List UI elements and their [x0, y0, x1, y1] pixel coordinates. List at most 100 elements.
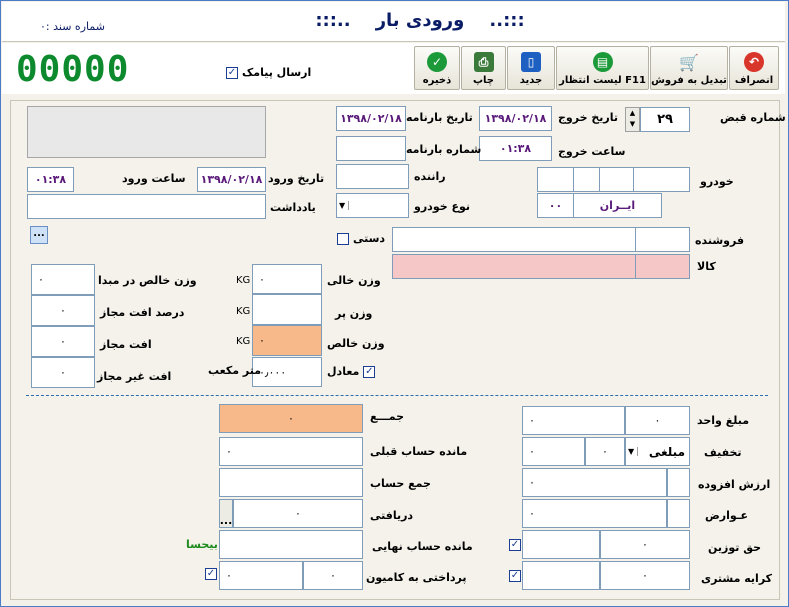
manual-option[interactable]: دستی	[337, 232, 385, 245]
plate-code: ۰۰	[537, 193, 574, 218]
receipt-no-field[interactable]: ۲۹	[640, 107, 690, 132]
final-balance-label: مانده حساب نهایی	[372, 540, 473, 553]
unit-price-field[interactable]: ۰	[625, 406, 690, 435]
full-weight-unit: KG	[236, 306, 251, 317]
final-balance-field	[219, 530, 363, 559]
sum-label: جمـــع	[370, 410, 405, 423]
truck-payment-checkbox[interactable]: ✓	[205, 568, 217, 580]
bill-date-field[interactable]: ۱۳۹۸/۰۲/۱۸	[336, 106, 406, 131]
empty-weight-field[interactable]: ۰	[252, 264, 322, 294]
manual-label: دستی	[353, 232, 386, 245]
save-button[interactable]: ✓ ذخیره	[414, 46, 460, 90]
discount-amount-field[interactable]: ۰	[522, 437, 585, 466]
manual-checkbox[interactable]	[337, 232, 349, 245]
sms-option[interactable]: ✓ ارسال پیامک	[226, 66, 311, 79]
sms-label: ارسال پیامک	[242, 66, 312, 79]
full-weight-field[interactable]	[252, 294, 322, 325]
spinner-up-icon[interactable]: ▲	[626, 108, 639, 119]
bill-date-label: تاریخ بارنامه	[406, 111, 473, 124]
seller-name-field[interactable]	[392, 227, 636, 252]
receipt-no-spinner[interactable]: ▲ ▼	[625, 107, 640, 132]
seller-code-field[interactable]	[635, 227, 690, 252]
final-balance-status: بیحسا	[186, 538, 218, 551]
goods-name-field[interactable]	[392, 254, 636, 279]
document-number: شماره سند :۰	[40, 20, 105, 33]
empty-weight-label: وزن خالی	[327, 274, 381, 287]
more-button[interactable]: ...	[30, 226, 48, 244]
equivalent-checkbox[interactable]: ✓	[363, 365, 376, 378]
customer-fare-field[interactable]: ۰	[600, 561, 690, 590]
receipt-no-label: شماره قبض	[720, 111, 786, 124]
received-field[interactable]: ۰	[233, 499, 363, 528]
new-icon: ▯	[521, 52, 541, 72]
exit-time-field[interactable]: ۰۱:۳۸	[479, 136, 552, 161]
net-weight-unit: KG	[236, 336, 251, 347]
plate-segment-2[interactable]	[599, 167, 634, 192]
exit-time-label: ساعت خروج	[558, 145, 626, 158]
full-weight-label: وزن پر	[335, 307, 373, 320]
vehicle-type-select[interactable]: ▼	[336, 193, 409, 218]
net-weight-field[interactable]: ۰	[252, 325, 322, 356]
discount-type-select[interactable]: ▼ مبلغی	[625, 437, 690, 466]
bill-no-field[interactable]	[336, 136, 406, 161]
weighing-fee-field[interactable]: ۰	[600, 530, 690, 559]
plate-segment-1[interactable]	[633, 167, 690, 192]
received-label: دریافتی	[370, 509, 414, 522]
allowed-loss-label: افت مجاز	[100, 338, 152, 351]
truck-payment-field[interactable]: ۰	[219, 561, 303, 590]
duties-field[interactable]: ۰	[522, 499, 667, 528]
cancel-icon: ↶	[744, 52, 764, 72]
title-dots-right: ..:::	[489, 10, 525, 31]
image-placeholder	[27, 106, 266, 158]
discount-value-field[interactable]: ۰	[585, 437, 625, 466]
chevron-down-icon[interactable]: ▼	[628, 447, 639, 456]
customer-fare-extra-field[interactable]	[522, 561, 600, 590]
exit-date-label: تاریخ خروج	[558, 111, 619, 124]
discount-type-value: مبلغی	[648, 444, 685, 459]
vat-field[interactable]: ۰	[522, 468, 667, 497]
vat-rate-field[interactable]	[667, 468, 690, 497]
plate-segment-3[interactable]	[573, 167, 600, 192]
duties-rate-field[interactable]	[667, 499, 690, 528]
note-field[interactable]	[27, 194, 266, 219]
exit-date-field[interactable]: ۱۳۹۸/۰۲/۱۸	[479, 106, 552, 131]
equivalent-option[interactable]: معادل ✓	[327, 365, 376, 378]
loss-percent-field[interactable]: ۰	[31, 295, 95, 326]
waiting-list-label: لیست انتظار F11	[559, 75, 646, 86]
allowed-loss-field[interactable]: ۰	[31, 326, 95, 357]
truck-payment-label: پرداختی به کامیون	[366, 571, 467, 584]
cubic-meter-label: متر مکعب	[208, 364, 262, 377]
waiting-list-button[interactable]: ▤ لیست انتظار F11	[556, 46, 649, 90]
truck-payment-extra-field[interactable]: ۰	[303, 561, 363, 590]
print-icon: ⎙	[473, 52, 494, 72]
account-total-label: جمع حساب	[370, 477, 431, 490]
loss-percent-label: درصد افت مجاز	[100, 306, 185, 319]
new-button[interactable]: ▯ جدید	[507, 46, 555, 90]
vat-label: ارزش افزوده	[698, 478, 771, 491]
unallowed-loss-field[interactable]: ۰	[31, 357, 95, 388]
entry-date-field[interactable]: ۱۳۹۸/۰۲/۱۸	[197, 167, 266, 192]
goods-code-field[interactable]	[635, 254, 690, 279]
net-weight-label: وزن خالص	[327, 337, 385, 350]
chevron-down-icon[interactable]: ▼	[339, 201, 350, 210]
customer-fare-checkbox[interactable]: ✓	[509, 570, 521, 582]
spinner-down-icon[interactable]: ▼	[626, 119, 639, 130]
title-text: ورودی بار	[375, 10, 465, 31]
origin-net-field[interactable]: ۰	[31, 264, 95, 295]
prev-balance-field: ۰	[219, 437, 363, 466]
convert-to-sale-button[interactable]: 🛒 تبدیل به فروش	[650, 46, 728, 90]
cubic-meter-field[interactable]: ۰٫۰۰۰	[252, 357, 322, 387]
cancel-button[interactable]: ↶ انصراف	[729, 46, 779, 90]
received-more-button[interactable]: ...	[219, 499, 233, 528]
unit-price-total-field[interactable]: ۰	[522, 406, 625, 435]
entry-time-field[interactable]: ۰۱:۳۸	[27, 167, 74, 192]
plate-segment-4[interactable]	[537, 167, 574, 192]
convert-to-sale-label: تبدیل به فروش	[651, 75, 727, 86]
weighing-fee-checkbox[interactable]: ✓	[509, 539, 521, 551]
sms-checkbox[interactable]: ✓	[226, 66, 238, 79]
weighing-fee-extra-field[interactable]	[522, 530, 600, 559]
driver-field[interactable]	[336, 164, 409, 189]
prev-balance-label: مانده حساب قبلی	[370, 445, 468, 458]
entry-time-label: ساعت ورود	[122, 172, 186, 185]
print-button[interactable]: ⎙ چاپ	[461, 46, 506, 90]
